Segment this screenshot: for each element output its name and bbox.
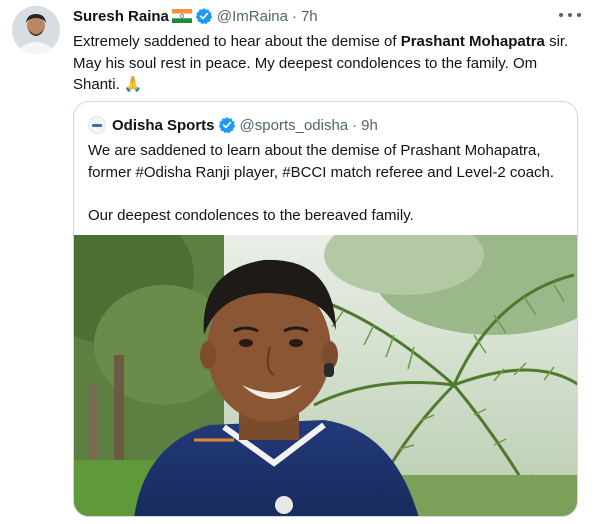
- author-name[interactable]: Suresh Raina: [73, 8, 169, 25]
- tweet-header: Suresh Raina @ImRaina · 7h: [73, 6, 318, 26]
- tweet-text: Extremely saddened to hear about the dem…: [73, 31, 583, 96]
- tweet-text-bold: Prashant Mohapatra: [400, 33, 545, 50]
- india-flag-icon: [171, 9, 192, 23]
- quoted-tweet-header: Odisha Sports @sports_odisha · 9h: [88, 114, 378, 136]
- quoted-author-name: Odisha Sports: [112, 116, 215, 134]
- quoted-author-handle: @sports_odisha: [239, 116, 349, 134]
- verified-badge-icon: [218, 116, 236, 134]
- tweet-timestamp[interactable]: 7h: [301, 8, 318, 25]
- quoted-paragraph-1: We are saddened to learn about the demis…: [88, 142, 555, 181]
- quoted-tweet-text: We are saddened to learn about the demis…: [88, 140, 568, 226]
- separator-dot: ·: [352, 116, 358, 134]
- tweet[interactable]: Suresh Raina @ImRaina · 7h Extremely sad…: [0, 0, 601, 524]
- separator-dot: ·: [291, 7, 297, 25]
- tweet-text-part: Extremely saddened to hear about the dem…: [73, 33, 401, 50]
- quoted-tweet-card[interactable]: Odisha Sports @sports_odisha · 9h We are…: [73, 101, 578, 517]
- quoted-paragraph-2: Our deepest condolences to the bereaved …: [88, 206, 414, 224]
- quoted-tweet-photo[interactable]: [74, 205, 577, 516]
- quoted-tweet-timestamp: 9h: [361, 116, 378, 134]
- more-horizontal-icon[interactable]: [559, 8, 581, 22]
- quoted-author-avatar: [88, 116, 106, 134]
- author-handle[interactable]: @ImRaina: [217, 8, 288, 25]
- author-avatar[interactable]: [12, 6, 60, 54]
- verified-badge-icon: [195, 7, 213, 25]
